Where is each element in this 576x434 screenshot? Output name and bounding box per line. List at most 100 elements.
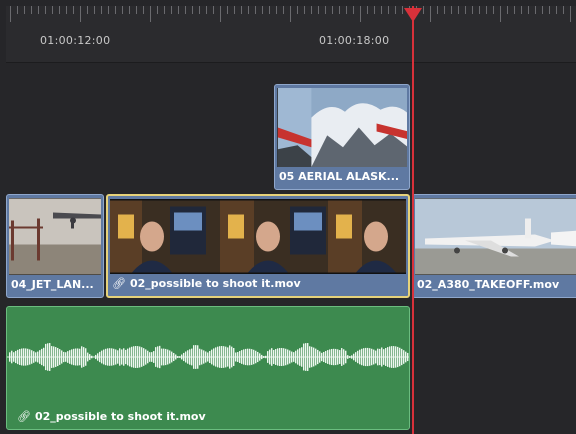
ruler-tick [528,6,529,14]
ruler-tick [157,6,158,14]
ruler-tick [514,6,515,14]
video-clip-jet-landing[interactable]: 04_JET_LAN... [6,194,104,298]
ruler-tick [199,6,200,14]
ruler-tick [115,6,116,14]
ruler-tick [10,6,11,22]
playhead[interactable] [412,6,414,434]
timecode-label: 01:00:12:00 [40,34,111,47]
ruler-tick [395,6,396,14]
video-track-2: 05 AERIAL ALASK... [6,84,576,190]
ruler-tick [80,6,81,22]
ruler-tick [290,6,291,22]
video-track-1: 04_JET_LAN... 🔗︎ 02_possible to shoot it… [6,194,576,298]
ruler-tick [94,6,95,14]
ruler-tick [465,6,466,14]
clip-label: 05 AERIAL ALASK... [279,170,400,183]
ruler-tick [479,6,480,14]
ruler-tick [283,6,284,14]
ruler-tick [45,6,46,14]
ruler-tick [122,6,123,14]
ruler-tick [17,6,18,14]
ruler-tick [59,6,60,14]
clip-thumbnails [9,198,101,275]
ruler-tick [192,6,193,14]
playhead-marker-icon[interactable] [404,8,422,22]
clip-label: 🔗︎ 02_possible to shoot it.mov [17,410,206,423]
ruler-tick [500,6,501,22]
ruler-tick [521,6,522,14]
ruler-tick [367,6,368,14]
clip-label: 02_A380_TAKEOFF.mov [417,278,560,291]
ruler-tick [339,6,340,14]
audio-track-1: 🔗︎ 02_possible to shoot it.mov [6,306,576,430]
ruler-tick [171,6,172,14]
timecode-ruler[interactable]: 01:00:12:00 01:00:18:00 [6,6,576,63]
ruler-tick [304,6,305,14]
audio-clip-possible-to-shoot[interactable]: 🔗︎ 02_possible to shoot it.mov [6,306,410,430]
clip-label-text: 02_possible to shoot it.mov [130,277,301,290]
ruler-tick [493,6,494,14]
timecode-label: 01:00:18:00 [319,34,390,47]
ruler-tick [535,6,536,14]
ruler-tick [220,6,221,22]
ruler-tick [66,6,67,14]
video-clip-aerial[interactable]: 05 AERIAL ALASK... [274,84,410,190]
ruler-tick [451,6,452,14]
ruler-tick [143,6,144,14]
ruler-tick [178,6,179,14]
ruler-tick [255,6,256,14]
ruler-tick [73,6,74,14]
ruler-tick [360,6,361,22]
ruler-tick [269,6,270,14]
ruler-tick [458,6,459,14]
ruler-tick [38,6,39,14]
ruler-tick [311,6,312,14]
ruler-tick [185,6,186,14]
ruler-tick [444,6,445,14]
ruler-tick [325,6,326,14]
ruler-tick [570,6,571,22]
ruler-tick [472,6,473,14]
ruler-tick [227,6,228,14]
ruler-tick [52,6,53,14]
ruler-tick [150,6,151,22]
ruler-tick [129,6,130,14]
aerial-thumbnail [277,88,407,167]
interview-thumbnail [110,200,406,273]
ruler-tick [332,6,333,14]
clip-thumbnails [277,88,407,167]
ruler-tick [234,6,235,14]
link-icon: 🔗︎ [112,277,126,290]
ruler-tick [206,6,207,14]
clip-thumbnails [415,198,576,275]
a380-thumbnail [415,198,576,275]
ruler-tick [486,6,487,14]
ruler-tick [318,6,319,14]
clip-label: 🔗︎ 02_possible to shoot it.mov [112,276,404,292]
ruler-tick [437,6,438,14]
ruler-tick [297,6,298,14]
clip-label: 04_JET_LAN... [11,278,94,291]
ruler-tick [164,6,165,14]
ruler-tick [353,6,354,14]
ruler-tick [276,6,277,14]
jet-landing-thumbnail [9,198,101,275]
ruler-tick [549,6,550,14]
ruler-tick [101,6,102,14]
video-clip-a380-takeoff[interactable]: 02_A380_TAKEOFF.mov [412,194,576,298]
clip-label-text: 02_possible to shoot it.mov [35,410,206,423]
ruler-tick [24,6,25,14]
ruler-tick [430,6,431,22]
ruler-tick [136,6,137,14]
ruler-tick [423,6,424,14]
video-clip-possible-to-shoot[interactable]: 🔗︎ 02_possible to shoot it.mov [106,194,410,298]
ruler-tick [542,6,543,14]
ruler-tick [248,6,249,14]
ruler-tick [213,6,214,14]
ruler-tick [241,6,242,14]
ruler-tick [262,6,263,14]
ruler-tick [374,6,375,14]
ruler-tick [388,6,389,14]
ruler-tick [563,6,564,14]
link-icon: 🔗︎ [17,410,31,423]
